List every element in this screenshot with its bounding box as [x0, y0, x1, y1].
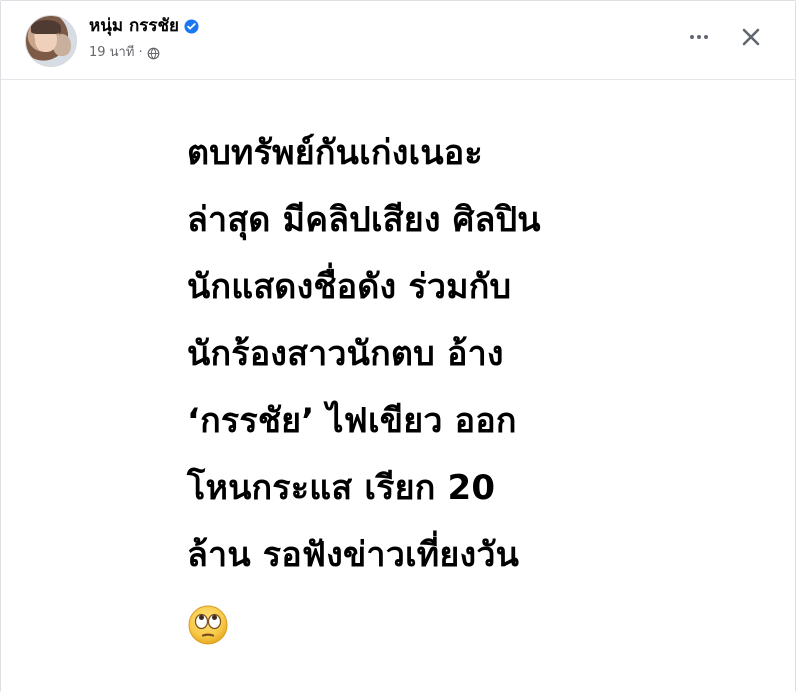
more-options-icon [690, 35, 708, 39]
post-meta-row: 19 นาที · [89, 45, 160, 61]
verified-badge-icon [184, 18, 199, 34]
face-with-rolling-eyes-icon [188, 605, 228, 645]
facebook-post-card: หนุ่ม กรรชัย 19 นาที · ตบทรัพย์กันเก่งเน… [0, 0, 796, 692]
post-time[interactable]: 19 นาที [89, 45, 134, 61]
post-body: ตบทรัพย์กันเก่งเนอะ ล่าสุด มีคลิปเสียง ศ… [1, 80, 795, 692]
author-row: หนุ่ม กรรชัย [89, 16, 199, 36]
post-text-line: นักร้องสาวนักตบ อ้าง [187, 334, 504, 374]
post-text-line: โหนกระแส เรียก 20 [187, 468, 496, 508]
header-actions [683, 21, 767, 53]
post-text-line: ล่าสุด มีคลิปเสียง ศิลปิน [187, 200, 541, 240]
post-text: ตบทรัพย์กันเก่งเนอะ ล่าสุด มีคลิปเสียง ศ… [187, 120, 747, 589]
meta-separator: · [138, 45, 143, 60]
author-name[interactable]: หนุ่ม กรรชัย [89, 16, 179, 36]
post-header: หนุ่ม กรรชัย 19 นาที · [1, 1, 795, 80]
more-options-button[interactable] [683, 21, 715, 53]
globe-icon[interactable] [147, 47, 160, 60]
post-text-line: ล้าน รอฟังข่าวเที่ยงวัน [187, 535, 520, 575]
close-button[interactable] [735, 21, 767, 53]
close-icon [742, 28, 760, 46]
author-avatar[interactable] [25, 15, 77, 67]
post-text-line: ‘กรรชัย’ ไฟเขียว ออก [187, 401, 517, 441]
post-text-line: นักแสดงชื่อดัง ร่วมกับ [187, 267, 512, 307]
post-text-line: ตบทรัพย์กันเก่งเนอะ [187, 133, 483, 173]
